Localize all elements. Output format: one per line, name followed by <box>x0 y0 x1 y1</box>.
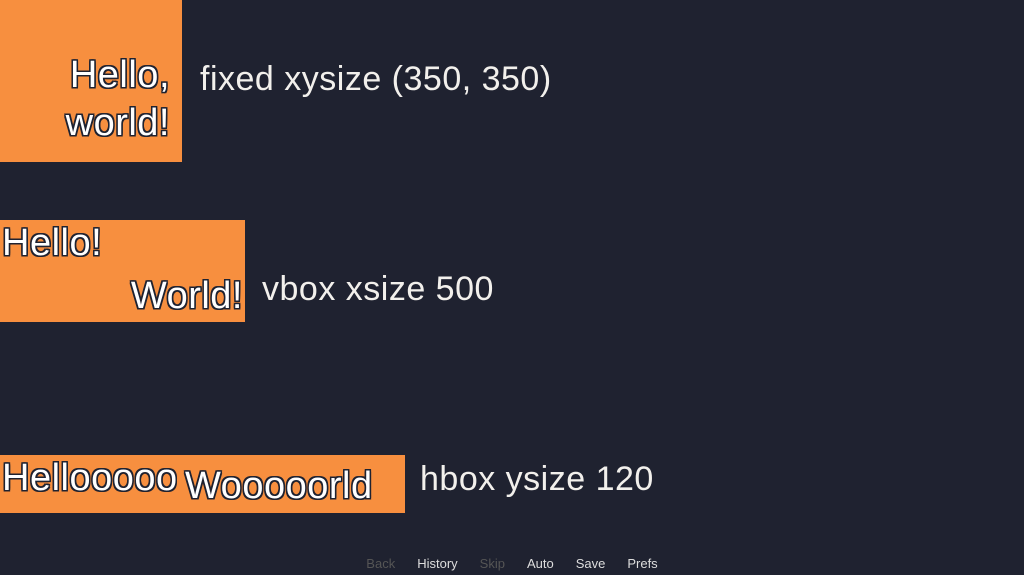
menu-history[interactable]: History <box>417 556 457 571</box>
vbox-box-line2: World! <box>131 275 243 318</box>
menu-auto[interactable]: Auto <box>527 556 554 571</box>
fixed-box-caption: fixed xysize (350, 350) <box>200 60 552 99</box>
fixed-box-line1: Hello, <box>70 54 170 97</box>
hbox-box-line2: Wooooorld <box>185 465 373 508</box>
hbox-box-line1: Hellooooo <box>2 457 178 500</box>
vbox-box-caption: vbox xsize 500 <box>262 270 494 309</box>
menu-back[interactable]: Back <box>366 556 395 571</box>
hbox-box-caption: hbox ysize 120 <box>420 460 654 499</box>
menu-save[interactable]: Save <box>576 556 606 571</box>
menu-prefs[interactable]: Prefs <box>627 556 657 571</box>
vbox-box: Hello! World! <box>0 220 245 322</box>
fixed-box-line2: world! <box>66 102 170 145</box>
fixed-box: Hello, world! <box>0 0 182 162</box>
quick-menu: Back History Skip Auto Save Prefs <box>0 556 1024 571</box>
menu-skip[interactable]: Skip <box>480 556 505 571</box>
hbox-box: Hellooooo Wooooorld <box>0 455 405 513</box>
vbox-box-line1: Hello! <box>2 222 102 265</box>
